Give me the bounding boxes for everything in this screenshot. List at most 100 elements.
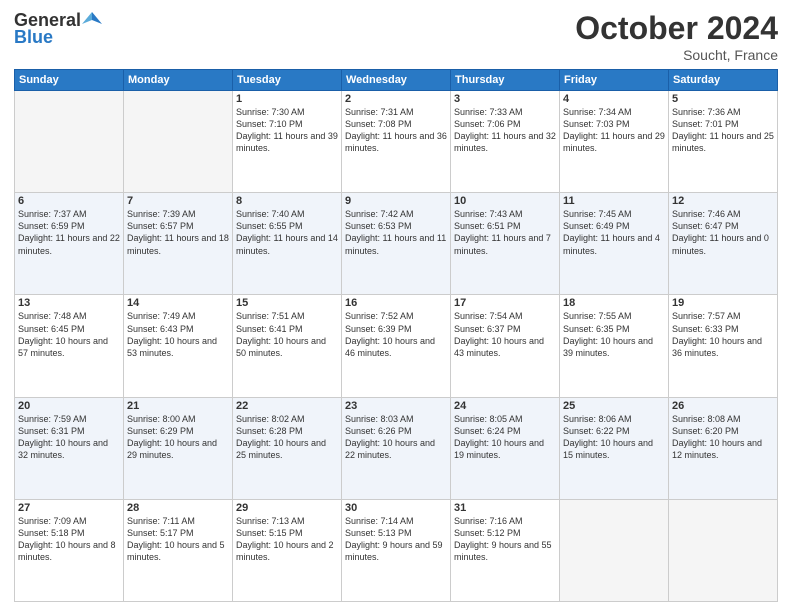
day-number: 22 [236, 400, 338, 412]
day-number: 12 [672, 195, 774, 207]
table-row: 24Sunrise: 8:05 AMSunset: 6:24 PMDayligh… [451, 397, 560, 499]
day-info: Sunrise: 8:03 AMSunset: 6:26 PMDaylight:… [345, 413, 447, 462]
day-number: 10 [454, 195, 556, 207]
day-number: 16 [345, 297, 447, 309]
col-monday: Monday [124, 70, 233, 91]
table-row: 1Sunrise: 7:30 AMSunset: 7:10 PMDaylight… [233, 91, 342, 193]
day-number: 29 [236, 502, 338, 514]
day-number: 25 [563, 400, 665, 412]
day-number: 28 [127, 502, 229, 514]
day-number: 3 [454, 93, 556, 105]
day-number: 13 [18, 297, 120, 309]
table-row: 26Sunrise: 8:08 AMSunset: 6:20 PMDayligh… [669, 397, 778, 499]
day-number: 6 [18, 195, 120, 207]
day-info: Sunrise: 7:16 AMSunset: 5:12 PMDaylight:… [454, 515, 556, 564]
table-row: 5Sunrise: 7:36 AMSunset: 7:01 PMDaylight… [669, 91, 778, 193]
table-row: 9Sunrise: 7:42 AMSunset: 6:53 PMDaylight… [342, 193, 451, 295]
day-info: Sunrise: 7:30 AMSunset: 7:10 PMDaylight:… [236, 106, 338, 155]
day-info: Sunrise: 7:57 AMSunset: 6:33 PMDaylight:… [672, 310, 774, 359]
day-info: Sunrise: 7:37 AMSunset: 6:59 PMDaylight:… [18, 208, 120, 257]
day-number: 2 [345, 93, 447, 105]
table-row: 11Sunrise: 7:45 AMSunset: 6:49 PMDayligh… [560, 193, 669, 295]
calendar-table: Sunday Monday Tuesday Wednesday Thursday… [14, 69, 778, 602]
table-row [15, 91, 124, 193]
day-info: Sunrise: 7:52 AMSunset: 6:39 PMDaylight:… [345, 310, 447, 359]
day-number: 4 [563, 93, 665, 105]
day-info: Sunrise: 7:31 AMSunset: 7:08 PMDaylight:… [345, 106, 447, 155]
day-number: 19 [672, 297, 774, 309]
table-row: 18Sunrise: 7:55 AMSunset: 6:35 PMDayligh… [560, 295, 669, 397]
table-row: 2Sunrise: 7:31 AMSunset: 7:08 PMDaylight… [342, 91, 451, 193]
day-number: 20 [18, 400, 120, 412]
table-row: 10Sunrise: 7:43 AMSunset: 6:51 PMDayligh… [451, 193, 560, 295]
col-saturday: Saturday [669, 70, 778, 91]
day-number: 15 [236, 297, 338, 309]
table-row: 21Sunrise: 8:00 AMSunset: 6:29 PMDayligh… [124, 397, 233, 499]
day-info: Sunrise: 8:02 AMSunset: 6:28 PMDaylight:… [236, 413, 338, 462]
calendar-week-row: 27Sunrise: 7:09 AMSunset: 5:18 PMDayligh… [15, 499, 778, 601]
logo-blue-text: Blue [14, 27, 53, 48]
table-row: 23Sunrise: 8:03 AMSunset: 6:26 PMDayligh… [342, 397, 451, 499]
logo: General Blue [14, 10, 102, 48]
day-info: Sunrise: 7:11 AMSunset: 5:17 PMDaylight:… [127, 515, 229, 564]
calendar-week-row: 13Sunrise: 7:48 AMSunset: 6:45 PMDayligh… [15, 295, 778, 397]
day-number: 23 [345, 400, 447, 412]
table-row: 15Sunrise: 7:51 AMSunset: 6:41 PMDayligh… [233, 295, 342, 397]
logo-bird-icon [82, 10, 102, 30]
day-info: Sunrise: 7:59 AMSunset: 6:31 PMDaylight:… [18, 413, 120, 462]
month-title: October 2024 [575, 10, 778, 47]
day-info: Sunrise: 7:09 AMSunset: 5:18 PMDaylight:… [18, 515, 120, 564]
day-info: Sunrise: 8:06 AMSunset: 6:22 PMDaylight:… [563, 413, 665, 462]
col-friday: Friday [560, 70, 669, 91]
table-row: 28Sunrise: 7:11 AMSunset: 5:17 PMDayligh… [124, 499, 233, 601]
table-row: 4Sunrise: 7:34 AMSunset: 7:03 PMDaylight… [560, 91, 669, 193]
table-row: 6Sunrise: 7:37 AMSunset: 6:59 PMDaylight… [15, 193, 124, 295]
day-number: 24 [454, 400, 556, 412]
day-info: Sunrise: 7:33 AMSunset: 7:06 PMDaylight:… [454, 106, 556, 155]
day-number: 17 [454, 297, 556, 309]
calendar-week-row: 6Sunrise: 7:37 AMSunset: 6:59 PMDaylight… [15, 193, 778, 295]
day-info: Sunrise: 7:42 AMSunset: 6:53 PMDaylight:… [345, 208, 447, 257]
day-info: Sunrise: 7:14 AMSunset: 5:13 PMDaylight:… [345, 515, 447, 564]
day-info: Sunrise: 8:00 AMSunset: 6:29 PMDaylight:… [127, 413, 229, 462]
day-number: 8 [236, 195, 338, 207]
day-info: Sunrise: 7:36 AMSunset: 7:01 PMDaylight:… [672, 106, 774, 155]
table-row [669, 499, 778, 601]
table-row: 20Sunrise: 7:59 AMSunset: 6:31 PMDayligh… [15, 397, 124, 499]
day-number: 11 [563, 195, 665, 207]
day-info: Sunrise: 7:13 AMSunset: 5:15 PMDaylight:… [236, 515, 338, 564]
table-row: 19Sunrise: 7:57 AMSunset: 6:33 PMDayligh… [669, 295, 778, 397]
table-row: 27Sunrise: 7:09 AMSunset: 5:18 PMDayligh… [15, 499, 124, 601]
table-row: 16Sunrise: 7:52 AMSunset: 6:39 PMDayligh… [342, 295, 451, 397]
day-info: Sunrise: 7:48 AMSunset: 6:45 PMDaylight:… [18, 310, 120, 359]
col-thursday: Thursday [451, 70, 560, 91]
header: General Blue October 2024 Soucht, France [14, 10, 778, 63]
location: Soucht, France [575, 47, 778, 63]
calendar-header-row: Sunday Monday Tuesday Wednesday Thursday… [15, 70, 778, 91]
table-row [124, 91, 233, 193]
day-number: 30 [345, 502, 447, 514]
table-row: 30Sunrise: 7:14 AMSunset: 5:13 PMDayligh… [342, 499, 451, 601]
table-row: 31Sunrise: 7:16 AMSunset: 5:12 PMDayligh… [451, 499, 560, 601]
day-info: Sunrise: 7:43 AMSunset: 6:51 PMDaylight:… [454, 208, 556, 257]
day-info: Sunrise: 8:08 AMSunset: 6:20 PMDaylight:… [672, 413, 774, 462]
day-info: Sunrise: 7:40 AMSunset: 6:55 PMDaylight:… [236, 208, 338, 257]
day-number: 27 [18, 502, 120, 514]
table-row: 29Sunrise: 7:13 AMSunset: 5:15 PMDayligh… [233, 499, 342, 601]
day-info: Sunrise: 7:34 AMSunset: 7:03 PMDaylight:… [563, 106, 665, 155]
day-number: 31 [454, 502, 556, 514]
table-row: 14Sunrise: 7:49 AMSunset: 6:43 PMDayligh… [124, 295, 233, 397]
day-info: Sunrise: 7:45 AMSunset: 6:49 PMDaylight:… [563, 208, 665, 257]
day-info: Sunrise: 7:49 AMSunset: 6:43 PMDaylight:… [127, 310, 229, 359]
calendar-week-row: 20Sunrise: 7:59 AMSunset: 6:31 PMDayligh… [15, 397, 778, 499]
page: General Blue October 2024 Soucht, France… [0, 0, 792, 612]
calendar-week-row: 1Sunrise: 7:30 AMSunset: 7:10 PMDaylight… [15, 91, 778, 193]
day-info: Sunrise: 8:05 AMSunset: 6:24 PMDaylight:… [454, 413, 556, 462]
col-tuesday: Tuesday [233, 70, 342, 91]
col-sunday: Sunday [15, 70, 124, 91]
day-number: 14 [127, 297, 229, 309]
table-row: 13Sunrise: 7:48 AMSunset: 6:45 PMDayligh… [15, 295, 124, 397]
day-number: 5 [672, 93, 774, 105]
title-block: October 2024 Soucht, France [575, 10, 778, 63]
day-number: 18 [563, 297, 665, 309]
